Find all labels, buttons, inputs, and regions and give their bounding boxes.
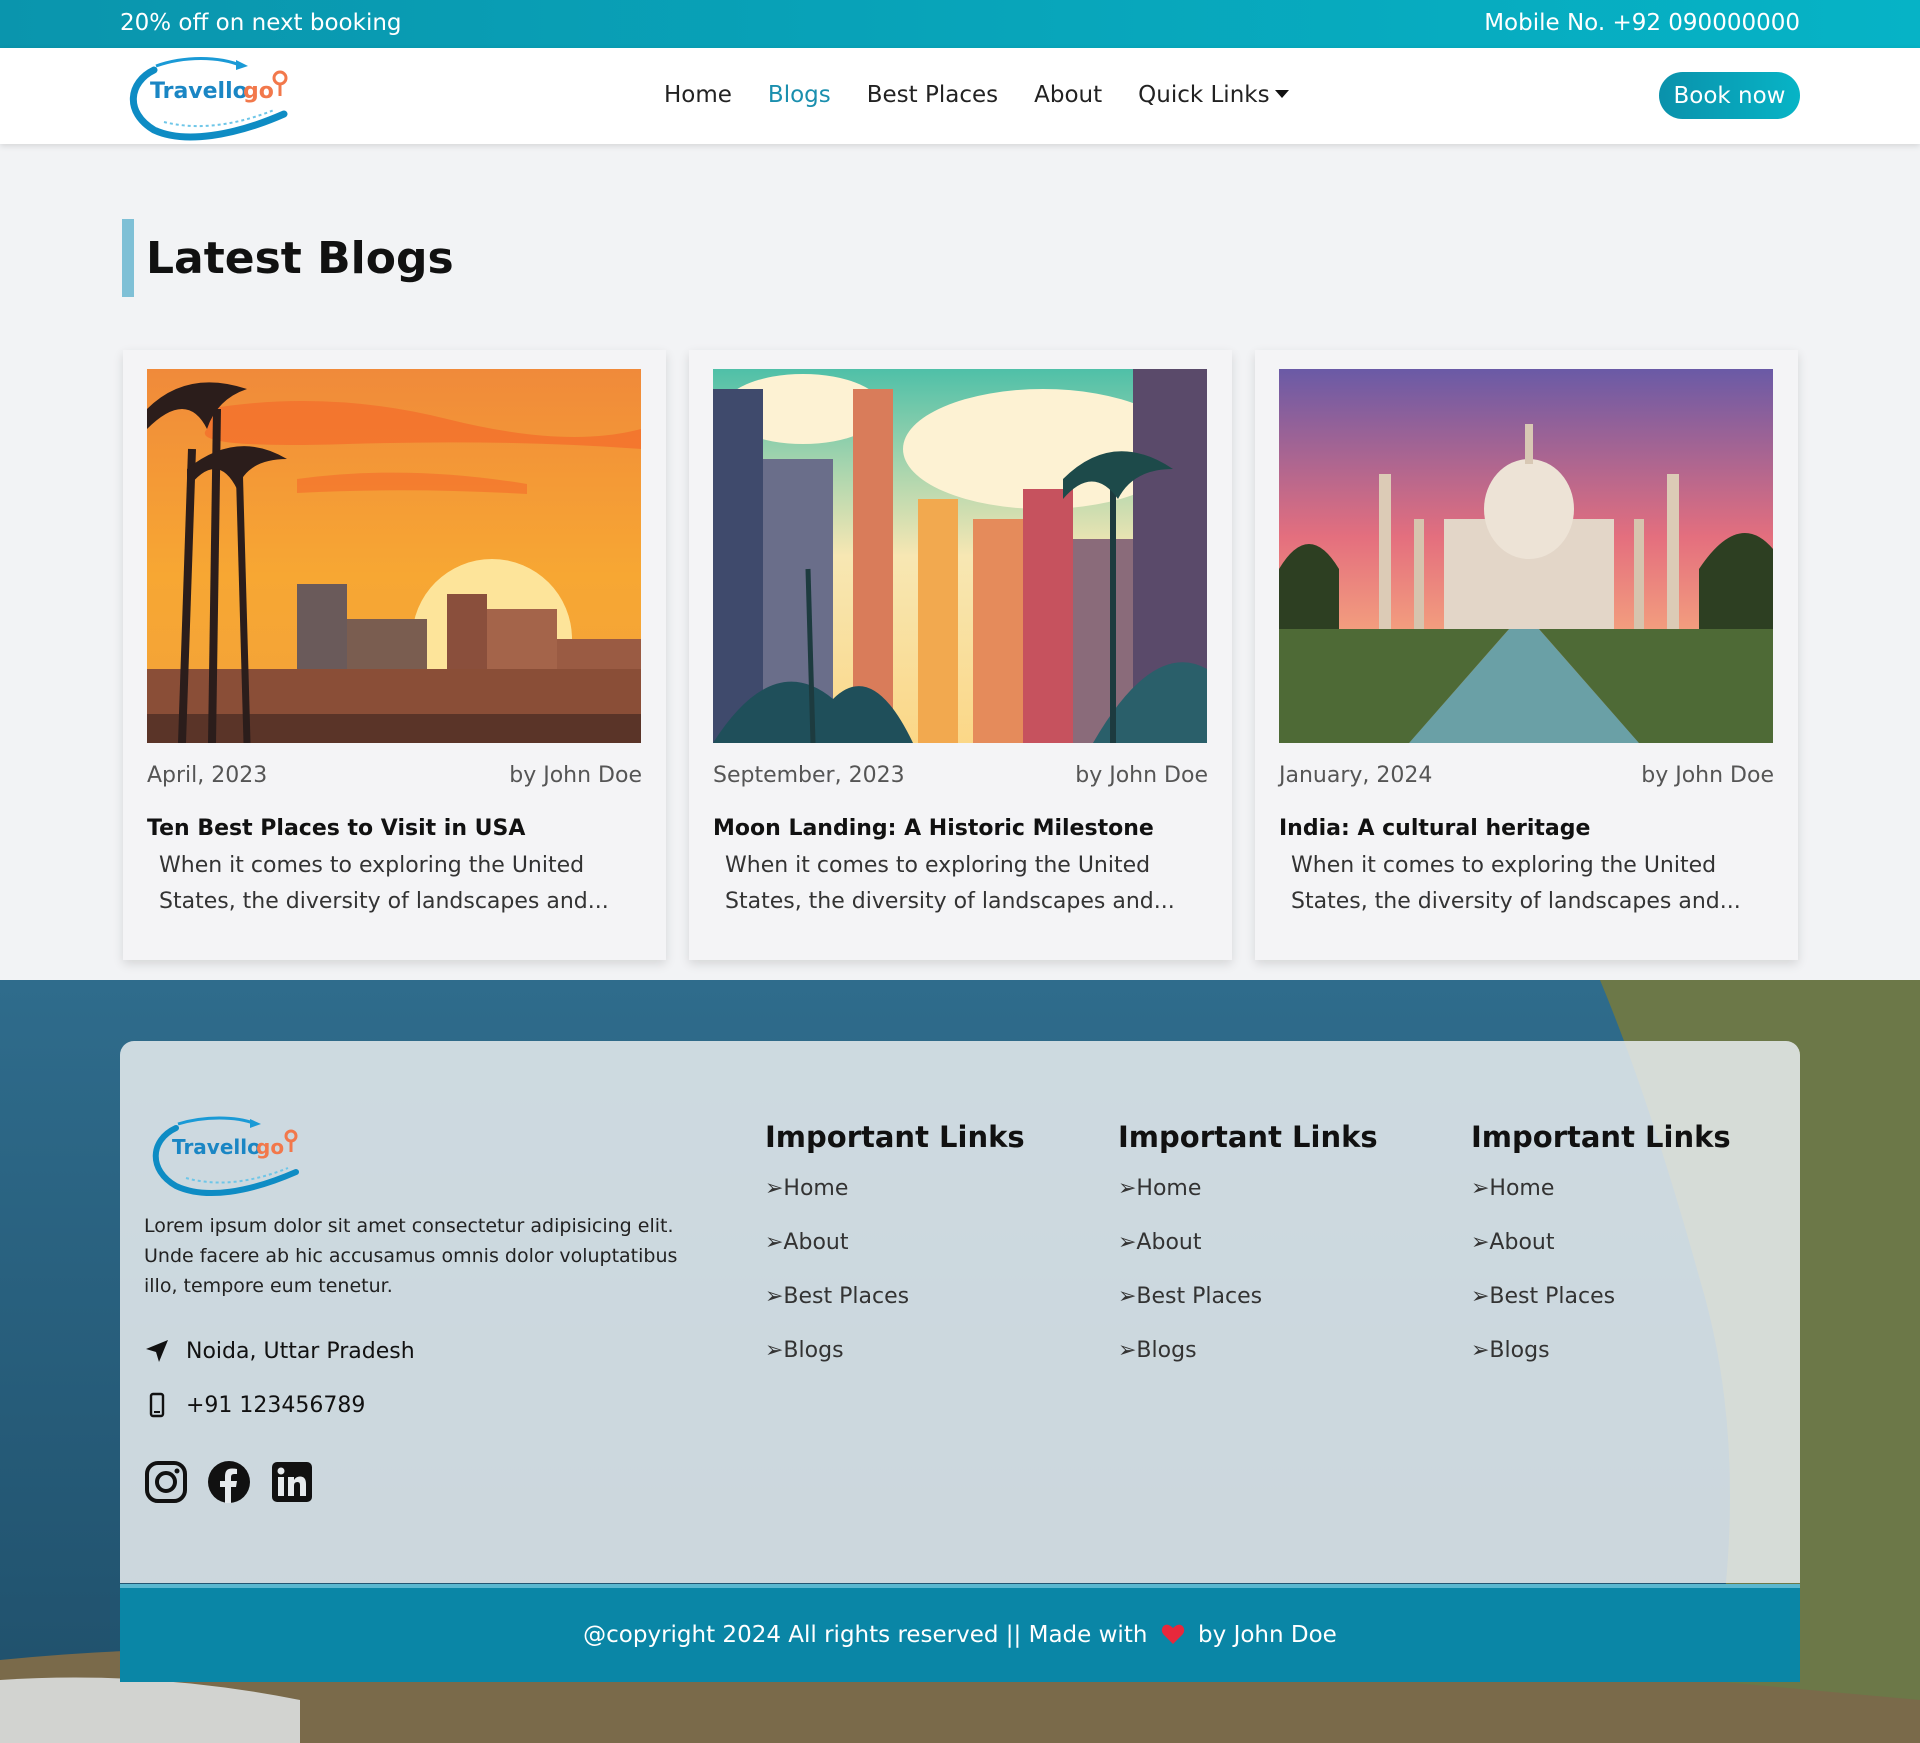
mobile-phone-icon	[149, 1392, 165, 1418]
nav-home[interactable]: Home	[664, 82, 732, 108]
footer-link-about[interactable]: ➢About	[765, 1226, 1025, 1280]
blog-author: by John Doe	[509, 763, 642, 788]
promo-text: 20% off on next booking	[120, 10, 402, 36]
footer-links-column-2: Important Links ➢Home ➢About ➢Best Place…	[1118, 1120, 1378, 1388]
blog-excerpt: When it comes to exploring the United St…	[159, 853, 609, 914]
nav-about[interactable]: About	[1034, 82, 1102, 108]
blog-title[interactable]: Moon Landing: A Historic Milestone	[713, 816, 1154, 841]
footer-address: Noida, Uttar Pradesh	[144, 1338, 415, 1364]
svg-text:go: go	[256, 1135, 284, 1159]
blog-author: by John Doe	[1075, 763, 1208, 788]
caret-down-icon	[1274, 89, 1289, 98]
footer-link-best-places[interactable]: ➢Best Places	[765, 1280, 1025, 1334]
blog-title[interactable]: India: A cultural heritage	[1279, 816, 1590, 841]
nav-best-places[interactable]: Best Places	[867, 82, 998, 108]
blog-author: by John Doe	[1641, 763, 1774, 788]
copyright-text-post: by John Doe	[1198, 1622, 1337, 1648]
book-now-button[interactable]: Book now	[1659, 72, 1800, 119]
contact-phone-text: Mobile No. +92 090000000	[1484, 10, 1800, 36]
svg-text:Travello: Travello	[172, 1135, 261, 1159]
blog-excerpt: When it comes to exploring the United St…	[725, 853, 1175, 914]
svg-text:Travello: Travello	[150, 79, 248, 104]
footer-links-column-3: Important Links ➢Home ➢About ➢Best Place…	[1471, 1120, 1731, 1388]
address-text: Noida, Uttar Pradesh	[186, 1338, 415, 1364]
footer-links-column-1: Important Links ➢Home ➢About ➢Best Place…	[765, 1120, 1025, 1388]
footer-column-heading: Important Links	[765, 1120, 1025, 1154]
facebook-icon[interactable]	[207, 1460, 251, 1504]
nav-quick-links[interactable]: Quick Links	[1138, 82, 1289, 108]
blog-card-moon-landing[interactable]: September, 2023 by John Doe Moon Landing…	[689, 350, 1232, 960]
main-navbar: Travello go Home Blogs Best Places About…	[0, 48, 1920, 144]
copyright-bar: @copyright 2024 All rights reserved || M…	[120, 1584, 1800, 1682]
footer-link-blogs[interactable]: ➢Blogs	[765, 1334, 1025, 1388]
footer-link-home[interactable]: ➢Home	[1471, 1172, 1731, 1226]
footer-link-about[interactable]: ➢About	[1118, 1226, 1378, 1280]
blog-image-taj-mahal	[1279, 369, 1773, 743]
footer-link-best-places[interactable]: ➢Best Places	[1471, 1280, 1731, 1334]
heading-accent-bar	[122, 219, 134, 297]
footer-link-home[interactable]: ➢Home	[765, 1172, 1025, 1226]
blog-date: January, 2024	[1279, 763, 1433, 788]
phone-text: +91 123456789	[186, 1392, 366, 1418]
footer-phone: +91 123456789	[144, 1392, 365, 1418]
travellogo-logo[interactable]: Travello go	[124, 52, 294, 142]
linkedin-icon[interactable]	[270, 1460, 314, 1504]
footer-link-home[interactable]: ➢Home	[1118, 1172, 1378, 1226]
footer-link-blogs[interactable]: ➢Blogs	[1471, 1334, 1731, 1388]
blog-card-usa[interactable]: April, 2023 by John Doe Ten Best Places …	[123, 350, 666, 960]
nav-quick-links-label: Quick Links	[1138, 82, 1270, 108]
blog-card-india[interactable]: January, 2024 by John Doe India: A cultu…	[1255, 350, 1798, 960]
heart-icon	[1161, 1624, 1184, 1644]
blog-image-usa-sunset	[147, 369, 641, 743]
location-arrow-icon	[146, 1340, 168, 1362]
blog-excerpt: When it comes to exploring the United St…	[1291, 853, 1741, 914]
footer-link-best-places[interactable]: ➢Best Places	[1118, 1280, 1378, 1334]
footer-column-heading: Important Links	[1471, 1120, 1731, 1154]
blog-image-city-palms	[713, 369, 1207, 743]
footer-link-blogs[interactable]: ➢Blogs	[1118, 1334, 1378, 1388]
blog-date: April, 2023	[147, 763, 268, 788]
blog-date: September, 2023	[713, 763, 905, 788]
footer-logo[interactable]: Travello go	[148, 1114, 303, 1204]
latest-blogs-heading: Latest Blogs	[122, 219, 454, 297]
blog-title[interactable]: Ten Best Places to Visit in USA	[147, 816, 525, 841]
copyright-text-pre: @copyright 2024 All rights reserved || M…	[583, 1622, 1148, 1648]
footer-column-heading: Important Links	[1118, 1120, 1378, 1154]
section-title: Latest Blogs	[146, 232, 454, 284]
instagram-icon[interactable]	[144, 1460, 188, 1504]
nav-blogs[interactable]: Blogs	[768, 82, 831, 108]
svg-text:go: go	[243, 79, 274, 104]
nav-links: Home Blogs Best Places About Quick Links	[664, 82, 1289, 108]
footer-description: Lorem ipsum dolor sit amet consectetur a…	[144, 1215, 678, 1297]
promo-topbar: 20% off on next booking Mobile No. +92 0…	[0, 0, 1920, 48]
footer-link-about[interactable]: ➢About	[1471, 1226, 1731, 1280]
